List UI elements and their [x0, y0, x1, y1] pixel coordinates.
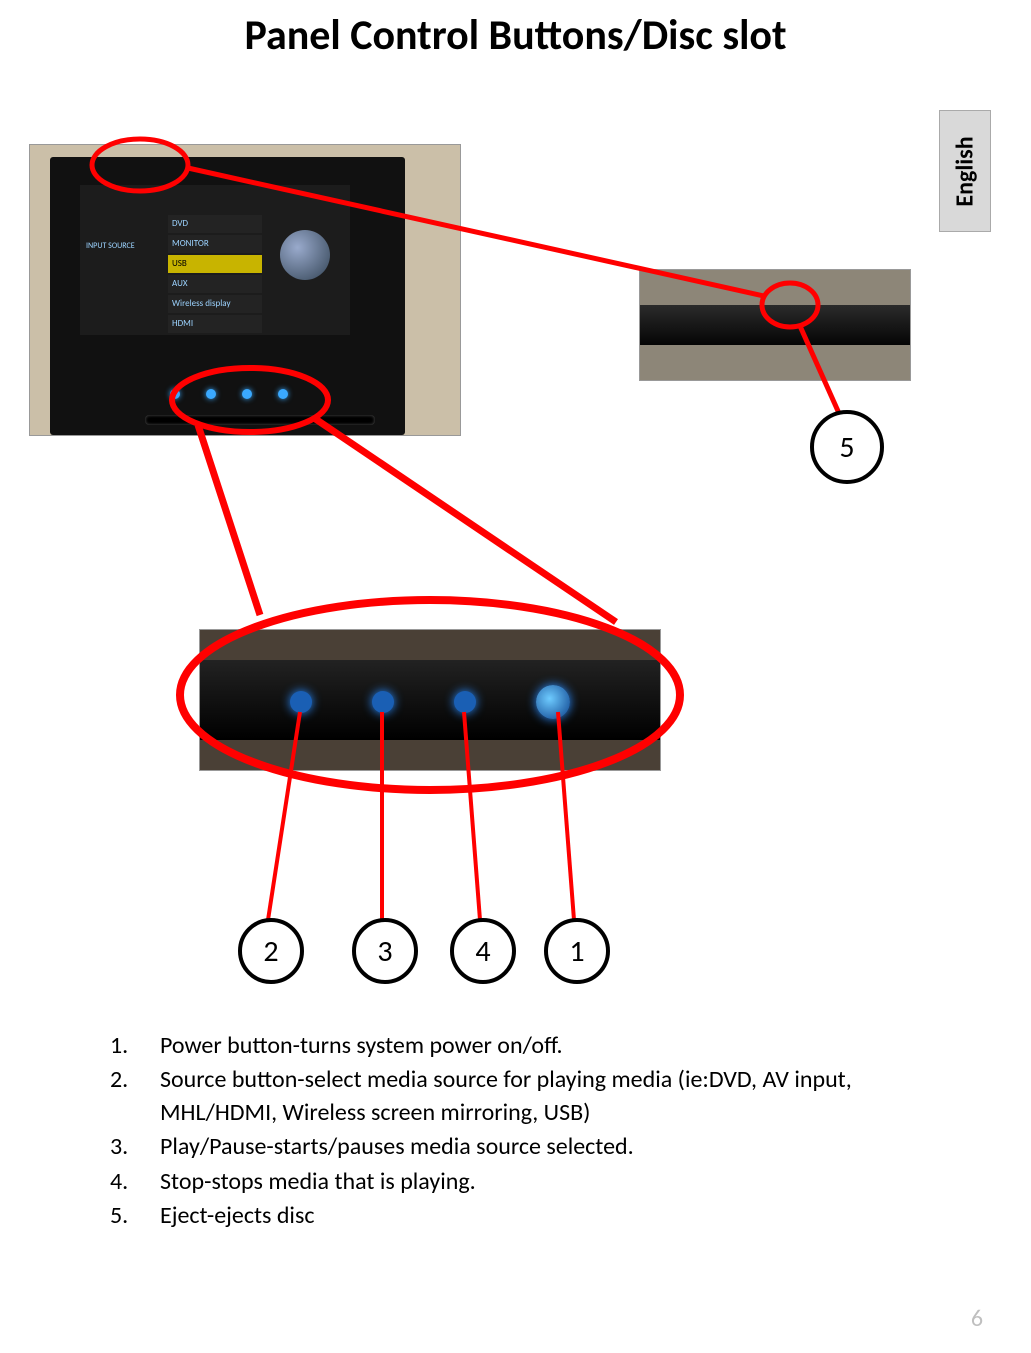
feature-list: 1. Power button-turns system power on/of… [110, 1030, 881, 1234]
list-number: 1. [110, 1030, 160, 1062]
disc-slot [145, 415, 375, 425]
callout-3-label: 3 [377, 933, 392, 970]
panel-button-row [170, 389, 288, 399]
closeup-button-row [290, 685, 570, 719]
menu-item: AUX [168, 275, 262, 293]
callout-3: 3 [352, 918, 418, 984]
panel-button-icon [206, 389, 216, 399]
list-item: 5. Eject-ejects disc [110, 1200, 881, 1232]
list-text: Source button-select media source for pl… [160, 1064, 881, 1129]
menu-item: HDMI [168, 315, 262, 333]
list-text: Power button-turns system power on/off. [160, 1030, 563, 1062]
list-number: 3. [110, 1131, 160, 1163]
list-item: 1. Power button-turns system power on/of… [110, 1030, 881, 1062]
list-number: 2. [110, 1064, 160, 1129]
callout-5-label: 5 [839, 429, 854, 466]
menu-item-highlighted: USB [168, 255, 262, 273]
manual-page: Panel Control Buttons/Disc slot English … [0, 0, 1031, 1353]
callout-4-label: 4 [475, 933, 490, 970]
language-tab: English [939, 110, 991, 232]
product-photo-side [640, 270, 910, 380]
globe-icon [280, 230, 330, 280]
list-text: Play/Pause-starts/pauses media source se… [160, 1131, 634, 1163]
menu-item: DVD [168, 215, 262, 233]
product-photo-closeup [200, 630, 660, 770]
device-screen: INPUT SOURCE DVD MONITOR USB AUX Wireles… [80, 185, 350, 335]
panel-button-icon [242, 389, 252, 399]
play-pause-button-icon [372, 691, 394, 713]
stop-button-icon [454, 691, 476, 713]
list-number: 5. [110, 1200, 160, 1232]
callout-2: 2 [238, 918, 304, 984]
list-text: Stop-stops media that is playing. [160, 1166, 476, 1198]
product-photo-main: INPUT SOURCE DVD MONITOR USB AUX Wireles… [30, 145, 460, 435]
page-title: Panel Control Buttons/Disc slot [0, 10, 1031, 61]
language-tab-label: English [951, 136, 980, 206]
page-number: 6 [971, 1304, 983, 1333]
callout-1-label: 1 [569, 933, 584, 970]
device-bezel: INPUT SOURCE DVD MONITOR USB AUX Wireles… [50, 157, 405, 435]
panel-button-icon [278, 389, 288, 399]
list-number: 4. [110, 1166, 160, 1198]
callout-4: 4 [450, 918, 516, 984]
device-edge [640, 305, 910, 345]
list-item: 4. Stop-stops media that is playing. [110, 1166, 881, 1198]
menu-item: Wireless display [168, 295, 262, 313]
power-button-icon [536, 685, 570, 719]
list-item: 2. Source button-select media source for… [110, 1064, 881, 1129]
list-text: Eject-ejects disc [160, 1200, 314, 1232]
callout-5: 5 [810, 410, 884, 484]
screen-left-label: INPUT SOURCE [86, 241, 135, 251]
callout-2-label: 2 [263, 933, 278, 970]
callout-1: 1 [544, 918, 610, 984]
source-button-icon [290, 691, 312, 713]
panel-button-icon [170, 389, 180, 399]
list-item: 3. Play/Pause-starts/pauses media source… [110, 1131, 881, 1163]
menu-item: MONITOR [168, 235, 262, 253]
